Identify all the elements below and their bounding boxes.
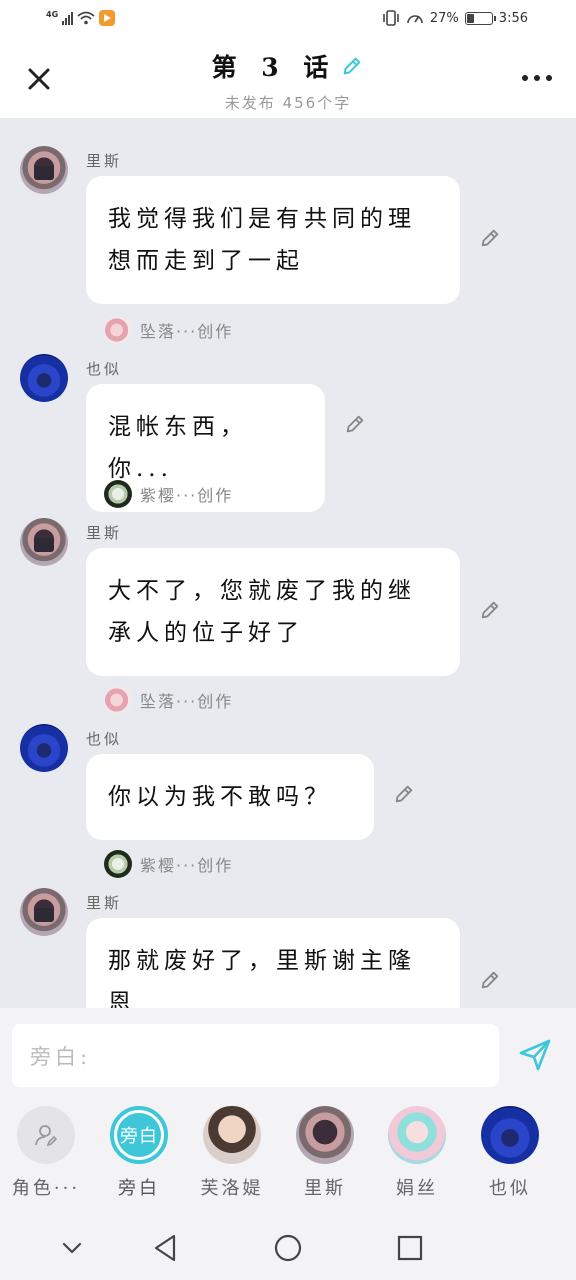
app-notification-icon [99, 10, 116, 26]
pencil-icon [395, 785, 413, 803]
edit-message-button[interactable] [392, 782, 416, 806]
chapter-status: 未发布 456个字 [224, 94, 352, 112]
pencil-icon [481, 601, 499, 619]
creator-credit: 紫樱···创作 [104, 480, 233, 508]
creator-text: 紫樱···创作 [140, 856, 234, 875]
edit-message-button[interactable] [478, 226, 502, 250]
character-label: 旁白 [118, 1178, 160, 1199]
creator-credit: 紫樱···创作 [104, 850, 233, 878]
character-label: 娟丝 [396, 1178, 438, 1199]
wifi-icon [77, 11, 95, 25]
pencil-icon [481, 971, 499, 989]
message-bubble[interactable]: 我觉得我们是有共同的理想而走到了一起 [86, 176, 460, 304]
more-button[interactable] [522, 68, 552, 88]
more-dot [522, 75, 528, 81]
character-avatar [203, 1106, 261, 1164]
character-avatar [296, 1106, 354, 1164]
narration-input[interactable]: 旁白: [12, 1024, 499, 1087]
status-bar: 4G 27% 3:56 [0, 0, 576, 40]
more-dot [534, 75, 540, 81]
battery-icon [464, 11, 496, 25]
creator-avatar [104, 686, 132, 714]
message-bubble[interactable]: 大不了，您就废了我的继承人的位子好了 [86, 548, 460, 676]
character-avatar: 旁白 [110, 1106, 168, 1164]
nav-back-button[interactable] [147, 1230, 183, 1266]
character-juansi[interactable]: 娟丝 [377, 1106, 457, 1200]
input-bar: 旁白: [0, 1008, 576, 1100]
message-bubble[interactable]: 那就废好了，里斯谢主隆恩 [86, 918, 460, 1008]
edit-message-button[interactable] [343, 412, 367, 436]
character-label: 芙洛媞 [200, 1178, 264, 1199]
speaker-name: 里斯 [86, 152, 123, 170]
character-lisi[interactable]: 里斯 [285, 1106, 365, 1200]
user-edit-icon [35, 1125, 58, 1147]
back-triangle-icon [154, 1234, 176, 1262]
chevron-down-icon [62, 1242, 82, 1254]
send-button[interactable] [516, 1036, 554, 1074]
narration-badge: 旁白 [120, 1126, 158, 1147]
nav-home-button[interactable] [270, 1230, 306, 1266]
character-label: 也似 [489, 1178, 531, 1199]
creator-text: 坠落···创作 [140, 322, 234, 341]
message-bubble[interactable]: 你以为我不敢吗？ [86, 754, 374, 840]
pencil-icon [344, 57, 361, 75]
title-area: 第 3 话 未发布 456个字 [0, 48, 576, 113]
creator-credit: 坠落···创作 [104, 686, 233, 714]
input-placeholder: 旁白: [30, 1044, 92, 1069]
chapter-title-text: 第 3 话 [211, 53, 337, 82]
home-circle-icon [274, 1234, 302, 1262]
creator-credit: 坠落···创作 [104, 316, 233, 344]
edit-title-button[interactable] [340, 54, 364, 78]
creator-text: 坠落···创作 [140, 692, 234, 711]
edit-message-button[interactable] [478, 968, 502, 992]
pencil-icon [346, 415, 364, 433]
chat-area[interactable]: 里斯 我觉得我们是有共同的理想而走到了一起 坠落···创作 也似 混帐东西，你.… [0, 118, 576, 1008]
speed-icon [407, 15, 423, 24]
header: 第 3 话 未发布 456个字 [0, 40, 576, 118]
pencil-icon [481, 229, 499, 247]
character-avatar [388, 1106, 446, 1164]
creator-avatar [104, 850, 132, 878]
speaker-name: 也似 [86, 360, 123, 378]
character-selector: 角色··· 旁白 旁白 芙洛媞 里斯 娟丝 也似 [0, 1100, 576, 1216]
speaker-name: 里斯 [86, 524, 123, 542]
character-avatar [481, 1106, 539, 1164]
system-nav-bar [0, 1216, 576, 1280]
character-fuluoti[interactable]: 芙洛媞 [192, 1106, 272, 1200]
nav-recents-button[interactable] [392, 1230, 428, 1266]
more-dot [546, 75, 552, 81]
avatar[interactable] [20, 518, 68, 566]
avatar[interactable] [20, 146, 68, 194]
edit-message-button[interactable] [478, 598, 502, 622]
avatar[interactable] [20, 354, 68, 402]
nav-collapse-button[interactable] [54, 1230, 90, 1266]
avatar[interactable] [20, 888, 68, 936]
creator-avatar [104, 316, 132, 344]
character-yezhi[interactable]: 也似 [470, 1106, 550, 1200]
speaker-name: 也似 [86, 730, 123, 748]
signal-icon [62, 11, 74, 25]
battery-percent: 27% [429, 10, 459, 26]
send-icon [519, 1039, 551, 1071]
status-left: 4G [46, 9, 116, 26]
character-narration[interactable]: 旁白 旁白 [99, 1106, 179, 1200]
recents-square-icon [397, 1235, 423, 1261]
character-role-manage[interactable]: 角色··· [6, 1106, 86, 1200]
clock: 3:56 [498, 10, 528, 26]
creator-avatar [104, 480, 132, 508]
chapter-title[interactable]: 第 3 话 [212, 48, 365, 84]
avatar[interactable] [20, 724, 68, 772]
speaker-name: 里斯 [86, 894, 123, 912]
character-avatar [17, 1106, 75, 1164]
network-type: 4G [46, 9, 59, 19]
battery-level [466, 13, 474, 23]
creator-text: 紫樱···创作 [140, 486, 234, 505]
character-label: 里斯 [304, 1178, 346, 1199]
character-label: 角色··· [11, 1178, 81, 1199]
vibrate-icon [383, 10, 399, 26]
status-right: 27% 3:56 [382, 10, 528, 26]
